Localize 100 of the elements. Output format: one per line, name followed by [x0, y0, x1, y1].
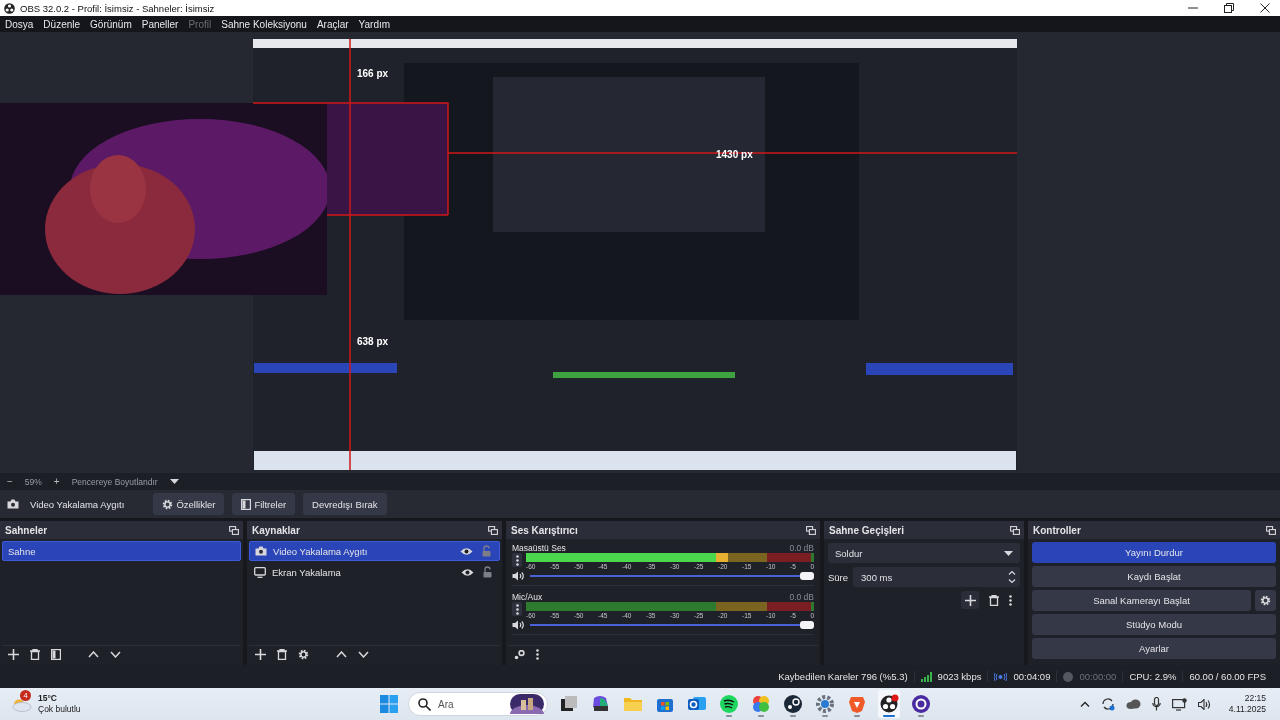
taskbar-app[interactable]: [878, 690, 900, 718]
float-panel-icon[interactable]: [229, 525, 239, 535]
task-view-icon: [559, 694, 579, 714]
add-icon[interactable]: [255, 649, 266, 660]
duration-label: Süre: [828, 571, 849, 583]
add-transition-button[interactable]: [961, 591, 979, 609]
move-down-icon[interactable]: [110, 651, 121, 658]
measure-label: 166 px: [357, 68, 389, 79]
search-icon: [418, 697, 431, 711]
eye-icon[interactable]: [460, 546, 473, 556]
slider-thumb[interactable]: [800, 572, 814, 580]
settings-icon[interactable]: [298, 649, 309, 660]
fit-to-window-option[interactable]: Pencereye Boyutlandır: [71, 476, 158, 487]
menu-item[interactable]: Düzenle: [43, 18, 81, 30]
volume-slider[interactable]: [530, 572, 814, 580]
move-down-icon[interactable]: [358, 651, 369, 658]
volume-slider[interactable]: [530, 621, 814, 629]
caret-icon: [1004, 550, 1013, 556]
channel-menu-button[interactable]: [512, 602, 522, 616]
advanced-audio-icon[interactable]: [514, 649, 525, 660]
duration-field[interactable]: 300 ms: [853, 567, 1020, 587]
chevron-up-icon[interactable]: [1079, 701, 1090, 707]
more-icon[interactable]: [536, 649, 539, 660]
sync-icon[interactable]: [1100, 697, 1115, 711]
zoom-out-button[interactable]: −: [7, 476, 13, 487]
db-reading: 0.0 dB: [789, 543, 814, 553]
menu-item[interactable]: Dosya: [5, 18, 34, 30]
lion-icon: [847, 694, 867, 714]
plus-icon: [964, 594, 976, 606]
more-icon[interactable]: [1009, 594, 1012, 606]
record-icon: [1063, 671, 1074, 682]
menu-item[interactable]: Yardım: [358, 18, 391, 30]
scene-item[interactable]: Sahne: [2, 541, 241, 561]
monitor-icon: [254, 566, 266, 578]
zoom-in-button[interactable]: +: [53, 476, 60, 487]
search-field[interactable]: Ara: [408, 692, 548, 716]
gear-icon: [1260, 595, 1271, 606]
control-button[interactable]: Ayarlar: [1032, 638, 1276, 659]
move-up-icon[interactable]: [336, 651, 347, 658]
menu-item[interactable]: Paneller: [141, 18, 179, 30]
add-icon[interactable]: [8, 649, 19, 660]
network-icon[interactable]: [1171, 697, 1187, 711]
clock-date[interactable]: 4.11.2025: [1228, 704, 1266, 715]
channel-name: Mic/Aux: [512, 592, 543, 602]
streaming-icon: [994, 672, 1008, 681]
filter-icon[interactable]: [51, 649, 61, 660]
settings-icon: [815, 694, 835, 714]
selected-source-name: Video Yakalama Aygıtı: [30, 498, 125, 510]
move-up-icon[interactable]: [88, 651, 99, 658]
source-name: Ekran Yakalama: [272, 566, 342, 578]
panel-title: Sahne Geçişleri: [829, 524, 905, 536]
music-app-icon: [719, 694, 739, 714]
measure-label: 638 px: [357, 336, 389, 347]
volume-icon[interactable]: [1197, 698, 1212, 710]
panel-title: Kaynaklar: [252, 524, 300, 536]
fps: 60.00 / 60.00 FPS: [1182, 671, 1272, 682]
obs-icon: [879, 694, 899, 714]
panel-title: Kontroller: [1033, 524, 1081, 536]
cloud-icon[interactable]: [1125, 699, 1141, 709]
channel-menu-button[interactable]: [512, 553, 522, 567]
panel-title: Ses Karıştırıcı: [511, 524, 578, 536]
transition-dropdown[interactable]: Soldur: [828, 543, 1020, 563]
control-button[interactable]: Yayını Durdur: [1032, 542, 1276, 563]
float-panel-icon[interactable]: [488, 525, 498, 535]
db-reading: 0.0 dB: [789, 592, 814, 602]
close-icon[interactable]: [1260, 3, 1270, 13]
speaker-icon[interactable]: [512, 571, 524, 581]
dropdown-caret-icon[interactable]: [169, 479, 179, 484]
float-panel-icon[interactable]: [1266, 525, 1276, 535]
spin-arrows-icon: [1008, 570, 1016, 584]
source-item[interactable]: Ekran Yakalama: [249, 562, 500, 582]
unlock-icon[interactable]: [483, 566, 492, 578]
start-icon[interactable]: [380, 695, 398, 713]
maximize-icon[interactable]: [1224, 3, 1234, 13]
more-icon: [515, 554, 519, 566]
menu-item[interactable]: Sahne Koleksiyonu: [221, 18, 307, 30]
menu-item[interactable]: Görünüm: [90, 18, 132, 30]
float-panel-icon[interactable]: [1010, 525, 1020, 535]
clock-time[interactable]: 22:15: [1244, 693, 1266, 704]
control-button[interactable]: Sanal Kamerayı Başlat: [1032, 590, 1251, 611]
toolbar-button[interactable]: Özellikler: [153, 493, 225, 515]
control-button[interactable]: Stüdyo Modu: [1032, 614, 1276, 635]
temperature: 15°C: [38, 693, 58, 704]
toolbar-button[interactable]: Devredışı Bırak: [303, 493, 387, 515]
source-item[interactable]: Video Yakalama Aygıtı: [249, 541, 500, 561]
steam-icon: [783, 694, 803, 714]
menu-item[interactable]: Araçlar: [316, 18, 349, 30]
eye-icon[interactable]: [461, 567, 474, 577]
control-button[interactable]: Kaydı Başlat: [1032, 566, 1276, 587]
toolbar-button[interactable]: Filtreler: [232, 493, 296, 515]
microphone-icon[interactable]: [1151, 697, 1161, 711]
settings-button[interactable]: [1255, 590, 1276, 611]
speaker-icon[interactable]: [512, 620, 524, 630]
float-panel-icon[interactable]: [806, 525, 816, 535]
weather-condition: Çok bulutlu: [38, 704, 81, 715]
trash-icon[interactable]: [277, 649, 287, 660]
trash-icon[interactable]: [989, 594, 999, 606]
slider-thumb[interactable]: [800, 621, 814, 629]
cpu-usage: CPU: 2.9%: [1122, 671, 1183, 682]
trash-icon[interactable]: [30, 649, 40, 660]
